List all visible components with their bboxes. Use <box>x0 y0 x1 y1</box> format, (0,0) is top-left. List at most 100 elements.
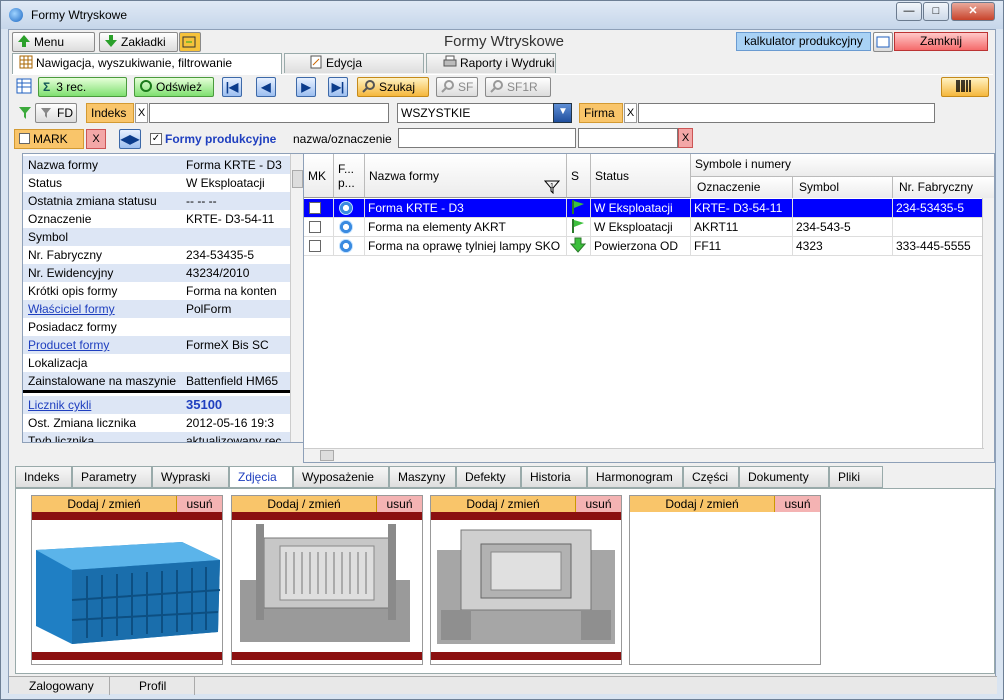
dropdown-button[interactable]: ▼ <box>553 103 572 123</box>
menu-button[interactable]: Menu <box>12 32 95 52</box>
calculator-button[interactable]: kalkulator produkcyjny <box>736 32 871 51</box>
tab-navigation[interactable]: Nawigacja, wyszukiwanie, filtrowanie <box>12 53 282 74</box>
category-select[interactable]: WSZYSTKIE <box>397 103 557 123</box>
tab-reports[interactable]: Raporty i Wydruki <box>426 53 556 73</box>
firm-input[interactable] <box>638 103 935 123</box>
producer-link[interactable]: Producet formy <box>28 336 181 354</box>
scroll-thumb[interactable] <box>292 170 303 188</box>
client-area: Menu Zakładki Formy Wtryskowe kalkulator… <box>8 29 997 695</box>
index-clear-button[interactable]: X <box>135 103 148 123</box>
toggle-direction-button[interactable]: ◀▶ <box>119 129 141 149</box>
mark-clear-button[interactable]: X <box>86 129 106 149</box>
name-input[interactable] <box>398 128 576 148</box>
close-button[interactable]: Zamknij <box>894 32 988 51</box>
sf1r-button[interactable]: SF1R <box>485 77 551 97</box>
cell-nr <box>893 218 984 237</box>
col-oznaczenie[interactable]: Oznaczenie <box>691 176 793 198</box>
maximize-button[interactable]: □ <box>923 2 949 21</box>
tab-index[interactable]: Indeks <box>15 466 72 488</box>
minimize-button[interactable]: — <box>896 2 922 21</box>
row-checkbox[interactable] <box>309 221 321 233</box>
tab-documents[interactable]: Dokumenty <box>739 466 829 488</box>
table-row[interactable]: Forma na oprawę tylniej lampy SKO Powier… <box>304 237 984 256</box>
col-symbol[interactable]: Symbol <box>793 176 893 198</box>
barcode-button[interactable] <box>941 77 989 97</box>
tab-photos[interactable]: Zdjęcia <box>229 466 293 488</box>
grid-hscrollbar[interactable] <box>304 448 984 462</box>
name-input-2[interactable] <box>578 128 678 148</box>
status-bar: Zalogowany Profil <box>9 676 997 695</box>
search-button[interactable]: Szukaj <box>357 77 429 97</box>
window-mode-button[interactable] <box>873 32 893 52</box>
refresh-button[interactable]: Odśwież <box>134 77 214 97</box>
photo-mold-1[interactable] <box>232 520 422 650</box>
table-row[interactable]: Forma na elementy AKRT W Eksploatacji AK… <box>304 218 984 237</box>
window-close-button[interactable]: ✕ <box>951 2 995 21</box>
prev-record-button[interactable]: ◀ <box>256 77 276 97</box>
cell-nr: 234-53435-5 <box>893 199 984 218</box>
prev-icon: ◀ <box>261 80 271 94</box>
delete-photo-button[interactable]: usuń <box>576 496 621 512</box>
add-photo-button[interactable]: Dodaj / zmień <box>232 496 377 512</box>
photo-crate[interactable] <box>32 520 222 650</box>
tab-schedule[interactable]: Harmonogram <box>587 466 683 488</box>
cell-status: W Eksploatacji <box>591 199 691 218</box>
tab-defects[interactable]: Defekty <box>456 466 521 488</box>
tab-parameters[interactable]: Parametry <box>72 466 152 488</box>
edit-icon <box>309 55 323 69</box>
sf-button[interactable]: SF <box>436 77 478 97</box>
fd-button[interactable]: FD <box>35 103 77 123</box>
detail-row: Zainstalowane na maszynie Battenfield HM6… <box>23 372 291 393</box>
tab-machines[interactable]: Maszyny <box>389 466 456 488</box>
add-photo-button[interactable]: Dodaj / zmień <box>630 496 775 512</box>
tab-moldings[interactable]: Wypraski <box>152 466 229 488</box>
next-record-button[interactable]: ▶ <box>296 77 316 97</box>
photo-empty[interactable] <box>630 512 820 662</box>
row-checkbox[interactable] <box>309 202 321 214</box>
col-nr[interactable]: Nr. Fabryczny <box>893 176 994 198</box>
col-status[interactable]: Status <box>591 154 691 198</box>
tab-equipment[interactable]: Wyposażenie <box>293 466 389 488</box>
delete-photo-button[interactable]: usuń <box>177 496 222 512</box>
grid-icon <box>19 55 33 69</box>
cell-status: W Eksploatacji <box>591 218 691 237</box>
bookmarks-button[interactable]: Zakładki <box>99 32 178 52</box>
tab-files[interactable]: Pliki <box>829 466 883 488</box>
production-forms-checkbox[interactable]: ✓ <box>150 133 162 145</box>
photo-mold-2[interactable] <box>431 520 621 650</box>
scroll-thumb[interactable] <box>320 450 334 461</box>
delete-photo-button[interactable]: usuń <box>775 496 820 512</box>
col-name[interactable]: Nazwa formy 1 <box>365 154 567 198</box>
table-row[interactable]: Forma KRTE - D3 W Eksploatacji KRTE- D3-… <box>304 199 984 218</box>
details-scrollbar[interactable] <box>290 154 304 442</box>
tab-parts[interactable]: Części <box>683 466 739 488</box>
firm-clear-button[interactable]: X <box>624 103 637 123</box>
mark-checkbox[interactable] <box>19 133 30 144</box>
search-icon <box>441 79 455 93</box>
detail-row: Nr. Ewidencyjny 43234/2010 <box>23 264 291 282</box>
add-photo-button[interactable]: Dodaj / zmień <box>431 496 576 512</box>
first-record-button[interactable]: |◀ <box>222 77 242 97</box>
tab-body-border <box>12 74 993 75</box>
owner-link[interactable]: Właściciel formy <box>28 300 181 318</box>
add-photo-button[interactable]: Dodaj / zmień <box>32 496 177 512</box>
tab-history[interactable]: Historia <box>521 466 587 488</box>
col-fp[interactable]: F... p... <box>334 154 365 198</box>
counter-link[interactable]: Licznik cykli <box>28 396 181 414</box>
search-icon <box>490 79 504 93</box>
down-arrow-icon <box>104 34 118 48</box>
bookmark-add-button[interactable] <box>179 32 201 52</box>
name-clear-button[interactable]: X <box>678 128 693 148</box>
first-icon: |◀ <box>225 80 239 94</box>
col-s[interactable]: S <box>567 154 591 198</box>
mark-filter[interactable]: MARK <box>14 129 84 149</box>
index-input[interactable] <box>149 103 389 123</box>
row-checkbox[interactable] <box>309 240 321 252</box>
tab-edit[interactable]: Edycja <box>284 53 424 73</box>
grid-vscrollbar[interactable] <box>982 198 994 462</box>
cell-symbol <box>793 199 893 218</box>
detail-row: Nr. Fabryczny 234-53435-5 <box>28 248 255 262</box>
last-record-button[interactable]: ▶| <box>328 77 348 97</box>
col-mk[interactable]: MK <box>304 154 334 198</box>
delete-photo-button[interactable]: usuń <box>377 496 422 512</box>
